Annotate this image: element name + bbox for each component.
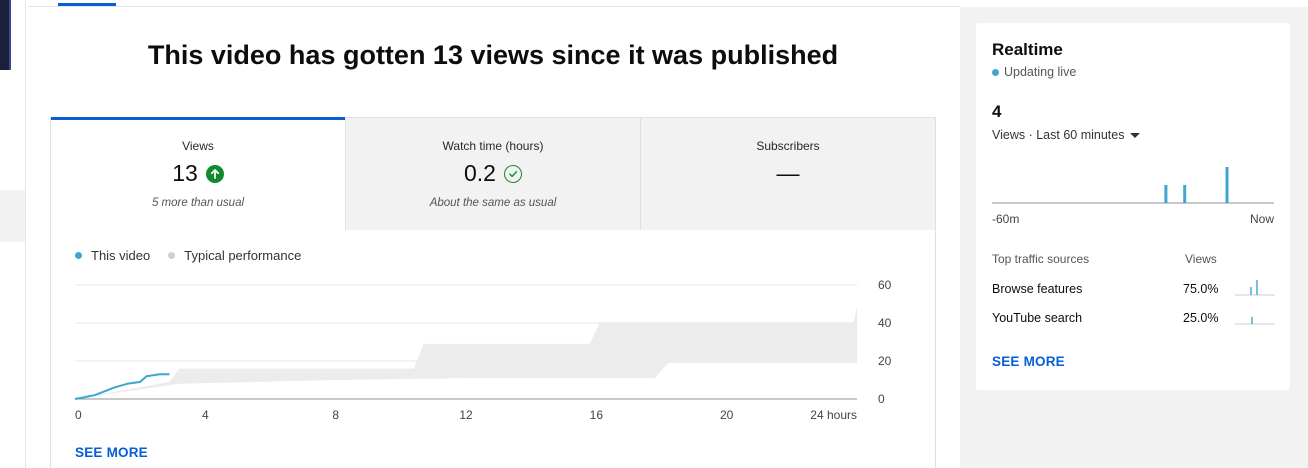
live-dot-icon	[992, 68, 999, 76]
video-thumbnail[interactable]	[0, 0, 11, 70]
watch-time-value: 0.2	[464, 160, 496, 186]
metric-value: 0.2	[346, 160, 640, 187]
left-divider	[25, 0, 26, 468]
realtime-see-more-button[interactable]: SEE MORE	[992, 354, 1065, 369]
traffic-source-row[interactable]: Browse features 75.0%	[992, 280, 1275, 302]
y-tick-label: 20	[878, 354, 892, 368]
realtime-bar	[1164, 185, 1168, 203]
realtime-bar	[1225, 167, 1229, 203]
traffic-source-row[interactable]: YouTube search 25.0%	[992, 311, 1275, 331]
legend-label: Typical performance	[184, 248, 302, 263]
chart-legend: This video Typical performance	[75, 248, 301, 263]
y-tick-label: 40	[878, 316, 892, 330]
live-status: Updating live	[992, 65, 1076, 79]
realtime-count: 4	[992, 102, 1002, 121]
source-pct: 75.0%	[1183, 282, 1219, 296]
top-divider	[28, 6, 960, 7]
metric-note: 5 more than usual	[151, 197, 245, 209]
metric-value: —	[641, 160, 935, 187]
x-tick-label: 0	[75, 408, 82, 422]
realtime-chart	[992, 167, 1274, 204]
overview-card: Views 13 5 more than usual Watch time (h…	[50, 117, 936, 468]
source-name: Browse features	[992, 282, 1083, 296]
range-dropdown[interactable]: Views · Last 60 minutes	[992, 128, 1141, 142]
y-tick-label: 0	[878, 392, 885, 406]
left-strip	[0, 0, 28, 468]
metric-value: 13	[51, 160, 345, 187]
left-nav-highlight	[0, 190, 26, 242]
tab-watch-time[interactable]: Watch time (hours) 0.2 About the same as…	[345, 118, 640, 230]
typical-performance-band	[75, 305, 857, 399]
sparkline	[1235, 317, 1275, 325]
x-tick-label: 20	[720, 408, 734, 422]
legend-dot-icon	[168, 252, 176, 259]
realtime-title: Realtime	[992, 40, 1063, 59]
x-tick-label: 24 hours	[810, 408, 857, 422]
x-tick-label: 16	[590, 408, 604, 422]
traffic-sources-header: Top traffic sources	[992, 252, 1090, 266]
metric-label: Watch time (hours)	[442, 139, 544, 153]
active-top-tab-indicator	[58, 3, 116, 6]
views-chart: 60 40 20 0 0 4 8 12 16 20 24 hours	[74, 278, 892, 422]
legend-label: This video	[91, 248, 151, 263]
axis-start-label: -60m	[992, 212, 1020, 226]
live-status-label: Updating live	[1004, 65, 1077, 79]
subscribers-value: —	[776, 160, 800, 186]
range-label: Views · Last 60 minutes	[992, 128, 1125, 142]
tab-views[interactable]: Views 13 5 more than usual	[51, 117, 345, 230]
arrow-up-icon	[205, 164, 224, 183]
x-tick-label: 4	[202, 408, 209, 422]
y-tick-label: 60	[878, 278, 892, 292]
legend-typical[interactable]: Typical performance	[168, 248, 301, 263]
page-title: This video has gotten 13 views since it …	[147, 40, 839, 70]
axis-end-label: Now	[1249, 212, 1274, 226]
views-column-header: Views	[1185, 252, 1217, 266]
legend-this-video[interactable]: This video	[75, 248, 150, 263]
realtime-bar	[1183, 185, 1187, 203]
check-circle-icon	[503, 164, 522, 183]
tab-subscribers[interactable]: Subscribers —	[640, 118, 935, 230]
x-tick-label: 8	[332, 408, 339, 422]
x-tick-label: 12	[459, 408, 473, 422]
source-name: YouTube search	[992, 311, 1083, 325]
metric-label: Subscribers	[756, 139, 820, 153]
source-pct: 25.0%	[1183, 311, 1219, 325]
sparkline	[1235, 280, 1275, 296]
metric-label: Views	[182, 139, 214, 153]
caret-down-icon	[1130, 132, 1141, 138]
realtime-card: Realtime Updating live 4 Views · Last 60…	[976, 23, 1290, 390]
metric-tabs: Views 13 5 more than usual Watch time (h…	[51, 117, 935, 230]
metric-note: About the same as usual	[429, 197, 557, 209]
see-more-button[interactable]: SEE MORE	[75, 445, 148, 460]
views-value: 13	[172, 160, 198, 186]
legend-dot-icon	[75, 252, 82, 259]
